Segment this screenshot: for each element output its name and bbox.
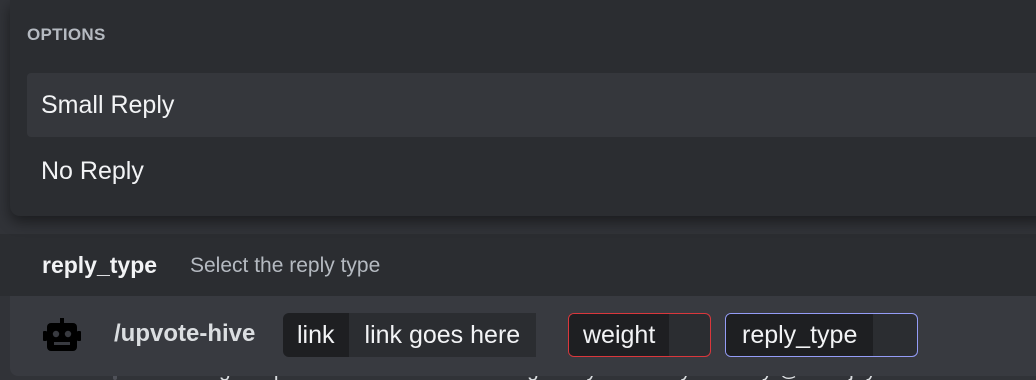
- param-hint-row: reply_type Select the reply type: [0, 234, 1036, 296]
- discord-chat-view: it's with great pleasure that I'm welcom…: [0, 0, 1036, 380]
- robot-icon: [43, 318, 81, 351]
- options-popup: OPTIONS Small Reply No Reply: [10, 0, 1036, 216]
- param-link-key: link: [283, 313, 349, 357]
- param-link-pill[interactable]: link link goes here: [283, 313, 554, 357]
- param-reply-type-key: reply_type: [726, 314, 874, 356]
- options-header: OPTIONS: [27, 25, 106, 44]
- command-input-bar[interactable]: /upvote-hive link link goes here weight …: [10, 296, 1036, 376]
- param-hint-description: Select the reply type: [190, 254, 381, 277]
- param-weight-key: weight: [569, 314, 670, 356]
- param-reply-type-value[interactable]: [873, 314, 906, 356]
- option-small-reply[interactable]: Small Reply: [27, 73, 1036, 137]
- param-weight-pill[interactable]: weight: [568, 313, 711, 357]
- option-no-reply[interactable]: No Reply: [27, 139, 1036, 203]
- command-name: /upvote-hive: [114, 320, 256, 347]
- param-weight-value[interactable]: [669, 314, 702, 356]
- param-link-value[interactable]: link goes here: [348, 313, 537, 357]
- param-hint-name: reply_type: [42, 252, 158, 278]
- param-reply-type-pill[interactable]: reply_type: [725, 313, 918, 357]
